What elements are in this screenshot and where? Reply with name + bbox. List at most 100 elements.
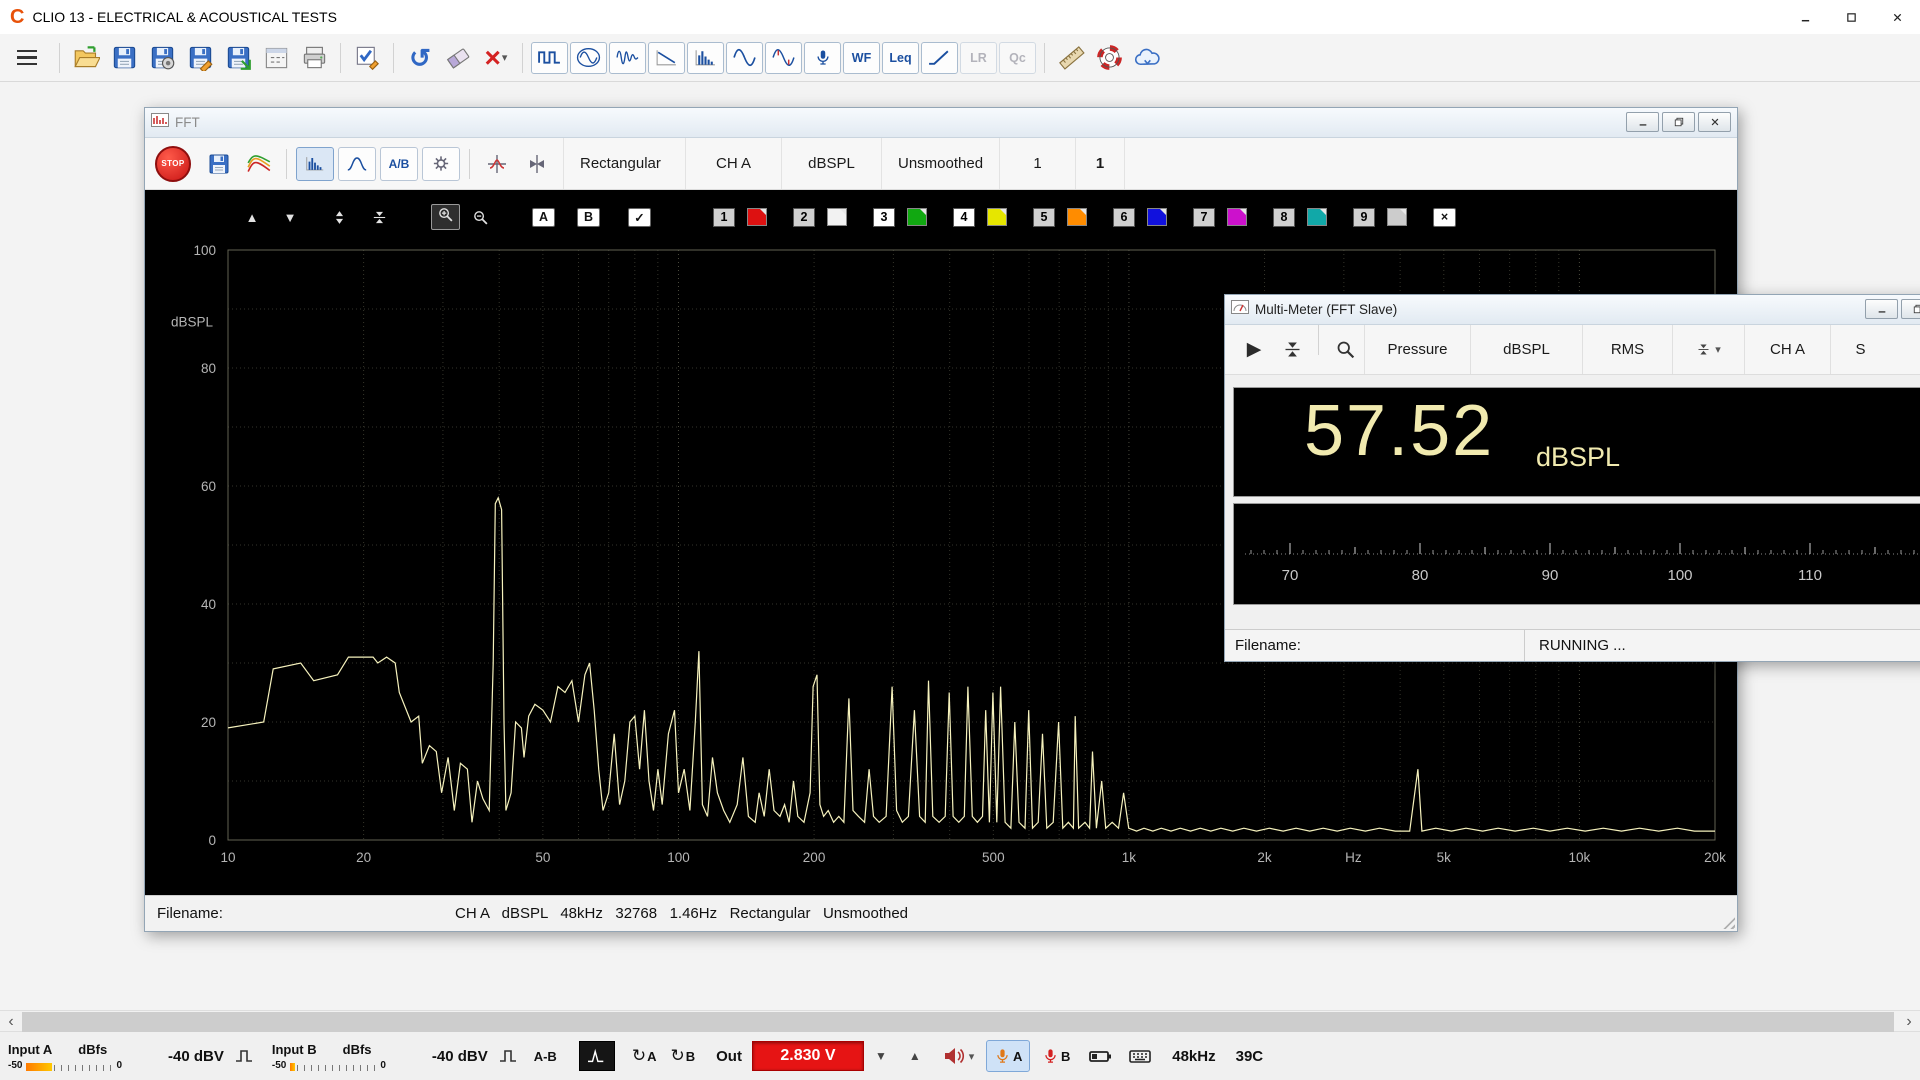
curve-4-button[interactable]: 4 (953, 208, 975, 227)
curve-6-color[interactable] (1147, 208, 1167, 226)
meter-unit-select[interactable]: dBSPL (1470, 325, 1582, 374)
undo-button[interactable]: ↺ (401, 39, 439, 77)
channel-select[interactable]: CH A (685, 138, 781, 189)
delete-all-button[interactable]: ×▾ (477, 39, 515, 77)
output-voltage-display[interactable]: 2.830 V (752, 1041, 864, 1071)
curve-1-color[interactable] (747, 208, 767, 226)
smoothing-select[interactable]: Unsmoothed (881, 138, 999, 189)
save-settings-button[interactable] (143, 39, 181, 77)
curve-3-color[interactable] (907, 208, 927, 226)
curve-2-color[interactable] (827, 208, 847, 226)
fft-close-button[interactable] (1698, 112, 1731, 132)
zoom-out-button[interactable] (468, 209, 492, 226)
marker-b-button[interactable] (517, 146, 557, 182)
marker-a-button[interactable] (477, 146, 517, 182)
autoscale-button[interactable] (327, 209, 351, 226)
verify-button[interactable] (348, 39, 386, 77)
help-button[interactable] (1090, 39, 1128, 77)
meter-channel-select[interactable]: CH A (1744, 325, 1830, 374)
ruler-button[interactable] (1052, 39, 1090, 77)
scroll-right-button[interactable]: › (1898, 1011, 1920, 1033)
reference-b-button[interactable]: B (577, 208, 600, 227)
display-bars-toggle[interactable] (296, 147, 334, 181)
input-b-coupling-button[interactable] (498, 1048, 522, 1064)
wavelet-button[interactable] (609, 42, 646, 74)
scroll-left-button[interactable]: ‹ (0, 1011, 22, 1033)
output-device-button[interactable]: ▾ (942, 1044, 975, 1068)
reference-a-button[interactable]: A (532, 208, 555, 227)
curve-2-button[interactable]: 2 (793, 208, 815, 227)
sinusoidal-button[interactable] (570, 42, 607, 74)
mm-minimize-button[interactable] (1865, 299, 1898, 319)
curve-1-button[interactable]: 1 (713, 208, 735, 227)
input-a-gain-button[interactable]: -40 dBV (168, 1048, 224, 1065)
qc-button[interactable]: Qc (999, 42, 1036, 74)
range-select[interactable]: ▾ (1672, 325, 1744, 374)
compress-button[interactable] (367, 209, 391, 226)
marker-toggle-button[interactable]: ✓ (628, 208, 651, 227)
curve-3-button[interactable]: 3 (873, 208, 895, 227)
curve-8-button[interactable]: 8 (1273, 208, 1295, 227)
meter-zoom-button[interactable] (1326, 325, 1364, 374)
directivity-button[interactable] (648, 42, 685, 74)
curve-5-color[interactable] (1067, 208, 1087, 226)
display-curve-toggle[interactable] (338, 147, 376, 181)
curve-7-color[interactable] (1227, 208, 1247, 226)
analysis-button[interactable] (579, 1041, 615, 1071)
linearity-button[interactable] (921, 42, 958, 74)
curve-9-button[interactable]: 9 (1353, 208, 1375, 227)
phantom-power-button[interactable] (1087, 1044, 1113, 1068)
fft-restore-button[interactable] (1662, 112, 1695, 132)
ab-compare-toggle[interactable]: A/B (380, 147, 418, 181)
output-up-button[interactable]: ▲ (909, 1049, 921, 1063)
slave-select[interactable]: S (1830, 325, 1890, 374)
close-curves-button[interactable]: × (1433, 208, 1456, 227)
save-edit-button[interactable] (181, 39, 219, 77)
keyboard-shortcuts-button[interactable] (1127, 1044, 1153, 1068)
input-a-coupling-button[interactable] (234, 1048, 258, 1064)
scale-down-button[interactable]: ▼ (279, 210, 301, 225)
mic-a-button[interactable]: A (986, 1040, 1030, 1072)
input-b-gain-button[interactable]: -40 dBV (432, 1048, 488, 1065)
fft-minimize-button[interactable] (1626, 112, 1659, 132)
cloud-button[interactable] (1128, 39, 1166, 77)
ab-diff-button[interactable]: A-B (534, 1049, 557, 1064)
fraction-select[interactable]: 1 (1075, 138, 1125, 189)
curve-4-color[interactable] (987, 208, 1007, 226)
maximize-button[interactable] (1828, 0, 1874, 34)
distortion-button[interactable] (765, 42, 802, 74)
meter-compress-button[interactable] (1273, 325, 1311, 374)
curve-9-color[interactable] (1387, 208, 1407, 226)
horizontal-scrollbar[interactable]: ‹ › (0, 1010, 1920, 1032)
erase-button[interactable] (439, 39, 477, 77)
scrollbar-thumb[interactable] (22, 1012, 1894, 1032)
close-button[interactable] (1874, 0, 1920, 34)
measurement-select[interactable]: Pressure (1364, 325, 1470, 374)
average-select[interactable]: 1 (999, 138, 1075, 189)
scale-up-button[interactable]: ▲ (241, 210, 263, 225)
curve-6-button[interactable]: 6 (1113, 208, 1135, 227)
curve-7-button[interactable]: 7 (1193, 208, 1215, 227)
acoustical-parameters-button[interactable] (804, 42, 841, 74)
curve-8-color[interactable] (1307, 208, 1327, 226)
mls-button[interactable] (531, 42, 568, 74)
generator-button[interactable] (726, 42, 763, 74)
resize-grip[interactable] (1722, 916, 1735, 929)
window-type-select[interactable]: Rectangular (563, 138, 685, 189)
save-curve-button[interactable] (199, 146, 239, 182)
save-button[interactable] (105, 39, 143, 77)
lr-meter-button[interactable]: LR (960, 42, 997, 74)
output-down-button[interactable]: ▼ (875, 1049, 887, 1063)
export-button[interactable] (219, 39, 257, 77)
meter-play-button[interactable]: ▶ (1235, 325, 1273, 374)
delete-options-caret[interactable]: ▾ (502, 51, 508, 64)
leq-button[interactable]: Leq (882, 42, 919, 74)
fft-titlebar[interactable]: FFT (145, 108, 1737, 138)
curve-5-button[interactable]: 5 (1033, 208, 1055, 227)
mic-b-button[interactable]: B (1034, 1040, 1078, 1072)
menu-button[interactable] (10, 41, 44, 75)
generator-b-button[interactable]: ↻B (670, 1046, 695, 1066)
minimize-button[interactable] (1782, 0, 1828, 34)
overlays-button[interactable] (239, 146, 279, 182)
multimeter-titlebar[interactable]: Multi-Meter (FFT Slave) (1225, 295, 1920, 325)
